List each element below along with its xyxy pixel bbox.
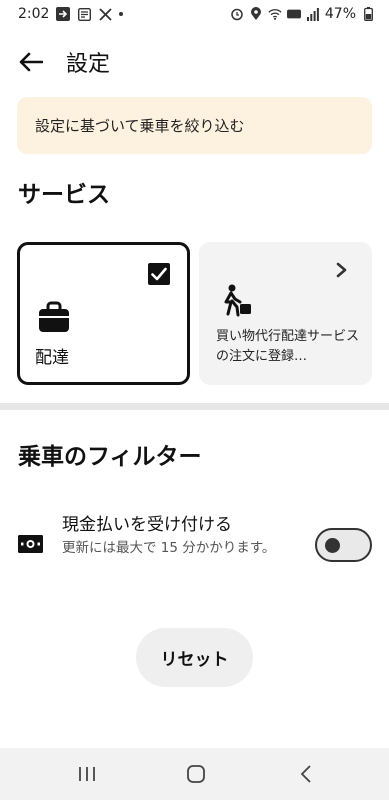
- shopper-icon: [224, 284, 251, 317]
- page-title: 設定: [66, 52, 111, 77]
- wifi-icon: [268, 7, 282, 21]
- back-button[interactable]: [18, 49, 44, 75]
- chevron-right-icon: [336, 262, 347, 278]
- cash-toggle[interactable]: [315, 528, 372, 562]
- volte-icon: [286, 7, 301, 21]
- filters-title: 乗車のフィルター: [18, 444, 202, 470]
- back-nav-icon: [300, 765, 311, 783]
- back-nav-button[interactable]: [294, 762, 318, 786]
- home-icon: [187, 765, 205, 783]
- location-icon: [249, 7, 263, 21]
- service-card-delivery[interactable]: 配達: [17, 242, 190, 385]
- dot-icon: [119, 12, 124, 16]
- checkbox-checked-icon[interactable]: [148, 263, 170, 285]
- status-left: 2:02: [18, 6, 124, 22]
- status-time: 2:02: [18, 6, 50, 22]
- recent-apps-icon: [79, 767, 95, 781]
- info-banner: 設定に基づいて乗車を絞り込む: [17, 97, 372, 154]
- alarm-icon: [230, 7, 244, 21]
- service-card-description: 買い物代行配達サービスの注文に登録…: [216, 329, 360, 364]
- status-right: 47%: [230, 6, 375, 22]
- bag-icon: [39, 301, 69, 332]
- system-nav-bar: [0, 748, 389, 800]
- section-divider: [0, 403, 389, 410]
- recent-apps-button[interactable]: [75, 762, 99, 786]
- news-icon: [77, 7, 91, 21]
- battery-level: 47%: [324, 6, 356, 22]
- service-card-label: 配達: [35, 348, 69, 368]
- reset-button[interactable]: リセット: [136, 628, 253, 687]
- cash-filter-title: 現金払いを受け付ける: [62, 515, 232, 535]
- cash-icon: [18, 535, 43, 553]
- x-icon: [98, 7, 112, 21]
- back-arrow-icon: [19, 52, 43, 72]
- cash-filter-subtitle: 更新には最大で 15 分かかります。: [62, 540, 276, 556]
- header: 設定: [0, 40, 389, 84]
- signal-icon: [306, 7, 320, 21]
- battery-icon: [361, 7, 375, 21]
- status-bar: 2:02 47%: [0, 0, 389, 28]
- input-arrow-icon: [56, 7, 71, 21]
- toggle-knob: [325, 538, 340, 553]
- home-button[interactable]: [184, 762, 208, 786]
- services-title: サービス: [18, 182, 110, 208]
- service-card-shopper[interactable]: 買い物代行配達サービスの注文に登録…: [199, 242, 372, 385]
